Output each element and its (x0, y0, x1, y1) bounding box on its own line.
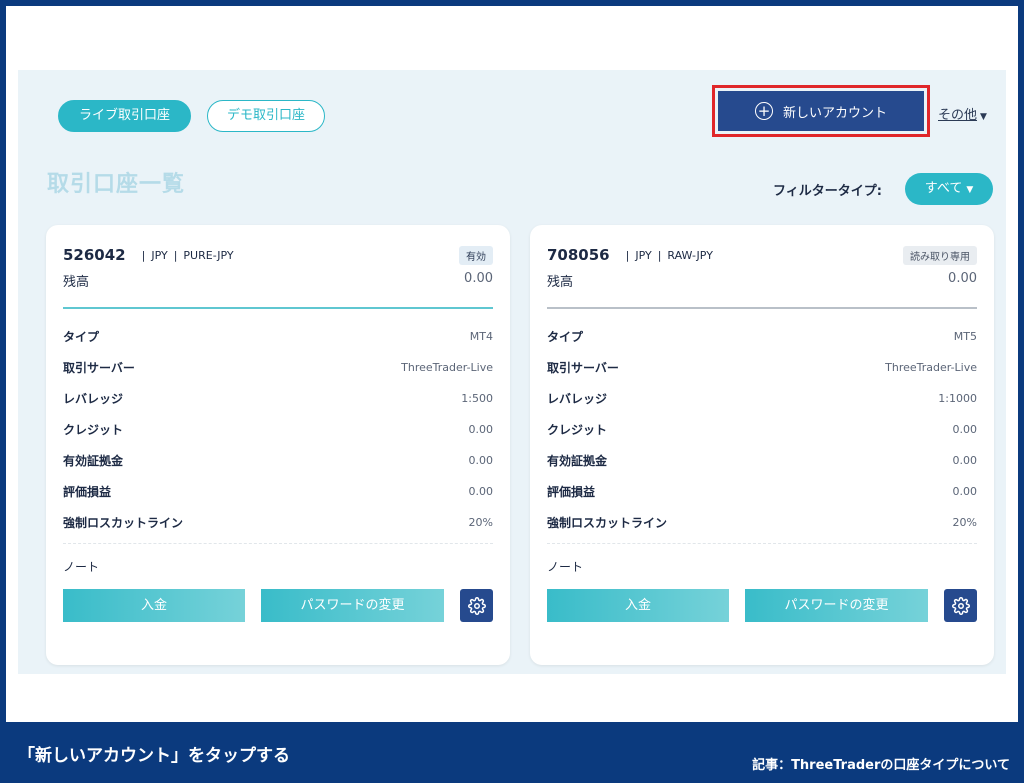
balance-value: 0.00 (464, 271, 493, 286)
detail-label: 有効証拠金 (63, 454, 124, 468)
account-currency: JPY (635, 248, 652, 262)
tab-live-accounts[interactable]: ライブ取引口座 (58, 100, 191, 132)
detail-row-server: 取引サーバー ThreeTrader-Live (547, 352, 977, 383)
caption-text: 「新しいアカウント」をタップする (18, 746, 290, 766)
detail-row-type: タイプ MT5 (547, 321, 977, 352)
detail-value: MT4 (469, 330, 493, 343)
other-menu-label: その他 (938, 108, 978, 123)
accounts-panel: ライブ取引口座 デモ取引口座 + 新しいアカウント その他 ▼ 取引口座一覧 フィ… (18, 70, 1006, 674)
balance-row: 残高 0.00 (547, 271, 977, 291)
status-badge: 有効 (459, 245, 493, 265)
detail-label: 強制ロスカットライン (63, 516, 184, 530)
detail-label: タイプ (547, 330, 584, 344)
detail-value: 0.00 (952, 454, 978, 467)
account-number: 708056 (547, 246, 610, 264)
detail-row-equity: 有効証拠金 0.00 (547, 445, 977, 476)
account-card-1: 526042 | JPY | PURE-JPY 有効 残高 0.00 タイプ MT4 取… (46, 225, 510, 665)
account-details: タイプ MT4 取引サーバー ThreeTrader-Live レバレッジ 1:500… (63, 321, 493, 538)
detail-row-stopout: 強制ロスカットライン 20% (547, 507, 977, 538)
detail-label: 有効証拠金 (547, 454, 608, 468)
detail-value: ThreeTrader-Live (885, 361, 977, 374)
divider (547, 307, 977, 309)
new-account-button[interactable]: + 新しいアカウント (718, 91, 924, 131)
plus-circle-icon: + (754, 102, 773, 120)
balance-label: 残高 (547, 275, 574, 290)
detail-row-pnl: 評価損益 0.00 (547, 476, 977, 507)
screenshot-frame: ライブ取引口座 デモ取引口座 + 新しいアカウント その他 ▼ 取引口座一覧 フィ… (6, 6, 1018, 722)
filter-value: すべて (924, 181, 963, 196)
detail-label: クレジット (547, 423, 608, 437)
deposit-button[interactable]: 入金 (547, 589, 729, 622)
filter-type-dropdown[interactable]: すべて ▼ (905, 173, 993, 205)
account-group: PURE-JPY (183, 248, 234, 262)
detail-value: 1:500 (461, 392, 493, 405)
balance-label: 残高 (63, 275, 90, 290)
detail-value: MT5 (953, 330, 977, 343)
status-badge: 読み取り専用 (903, 245, 977, 265)
dashed-divider (63, 543, 493, 544)
account-details: タイプ MT5 取引サーバー ThreeTrader-Live レバレッジ 1:100… (547, 321, 977, 538)
detail-value: 0.00 (952, 423, 978, 436)
gear-icon (467, 596, 486, 615)
detail-value: ThreeTrader-Live (401, 361, 493, 374)
detail-value: 0.00 (952, 485, 978, 498)
account-group: RAW-JPY (667, 248, 713, 262)
detail-label: レバレッジ (63, 392, 124, 406)
detail-label: タイプ (63, 330, 100, 344)
filter-type-label: フィルタータイプ: (773, 184, 882, 199)
settings-button[interactable] (944, 589, 977, 622)
detail-value: 0.00 (468, 454, 494, 467)
caret-down-icon: ▼ (980, 112, 987, 122)
detail-value: 1:1000 (938, 392, 977, 405)
tab-demo-accounts[interactable]: デモ取引口座 (207, 100, 325, 132)
change-password-button[interactable]: パスワードの変更 (745, 589, 928, 622)
detail-row-server: 取引サーバー ThreeTrader-Live (63, 352, 493, 383)
note-label: ノート (63, 560, 100, 574)
caret-down-icon: ▼ (966, 185, 974, 195)
detail-label: 評価損益 (63, 485, 112, 499)
change-password-button[interactable]: パスワードの変更 (261, 589, 444, 622)
account-currency: JPY (151, 248, 168, 262)
detail-value: 0.00 (468, 423, 494, 436)
gear-icon (951, 596, 970, 615)
divider (63, 307, 493, 309)
detail-row-credit: クレジット 0.00 (63, 414, 493, 445)
balance-row: 残高 0.00 (63, 271, 493, 291)
account-header: 708056 | JPY | RAW-JPY 読み取り専用 (547, 245, 977, 265)
detail-label: クレジット (63, 423, 124, 437)
account-meta: | JPY | RAW-JPY (625, 248, 713, 262)
detail-value: 0.00 (468, 485, 494, 498)
detail-row-equity: 有効証拠金 0.00 (63, 445, 493, 476)
deposit-button[interactable]: 入金 (63, 589, 245, 622)
account-number: 526042 (63, 246, 126, 264)
account-header: 526042 | JPY | PURE-JPY 有効 (63, 245, 493, 265)
detail-row-credit: クレジット 0.00 (547, 414, 977, 445)
dashed-divider (547, 543, 977, 544)
detail-label: 取引サーバー (547, 361, 619, 375)
account-card-2: 708056 | JPY | RAW-JPY 読み取り専用 残高 0.00 タイプ MT… (530, 225, 994, 665)
account-meta: | JPY | PURE-JPY (141, 248, 234, 262)
detail-row-pnl: 評価損益 0.00 (63, 476, 493, 507)
detail-value: 20% (952, 516, 977, 529)
settings-button[interactable] (460, 589, 493, 622)
detail-row-leverage: レバレッジ 1:500 (63, 383, 493, 414)
page-title: 取引口座一覧 (47, 172, 186, 197)
detail-value: 20% (468, 516, 493, 529)
detail-label: レバレッジ (547, 392, 608, 406)
note-label: ノート (547, 560, 584, 574)
detail-row-stopout: 強制ロスカットライン 20% (63, 507, 493, 538)
detail-label: 評価損益 (547, 485, 596, 499)
detail-row-leverage: レバレッジ 1:1000 (547, 383, 977, 414)
other-menu[interactable]: その他 ▼ (938, 104, 987, 123)
balance-value: 0.00 (948, 271, 977, 286)
new-account-label: 新しいアカウント (782, 105, 887, 121)
detail-label: 取引サーバー (63, 361, 135, 375)
article-reference: 記事：ThreeTraderの口座タイプについて (752, 758, 1010, 773)
detail-label: 強制ロスカットライン (547, 516, 668, 530)
detail-row-type: タイプ MT4 (63, 321, 493, 352)
